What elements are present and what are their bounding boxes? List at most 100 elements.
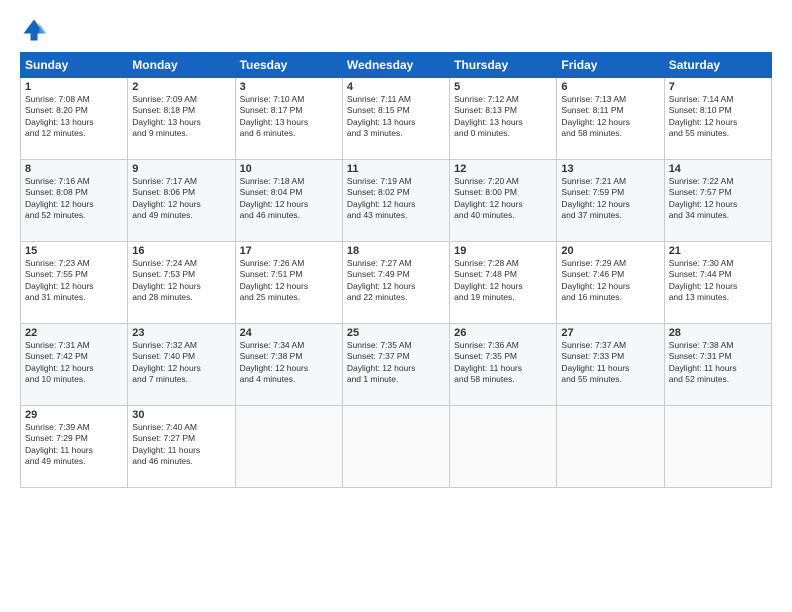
- calendar-cell: 17Sunrise: 7:26 AM Sunset: 7:51 PM Dayli…: [235, 242, 342, 324]
- day-info: Sunrise: 7:12 AM Sunset: 8:13 PM Dayligh…: [454, 94, 552, 140]
- day-info: Sunrise: 7:22 AM Sunset: 7:57 PM Dayligh…: [669, 176, 767, 222]
- day-number: 5: [454, 81, 552, 93]
- day-info: Sunrise: 7:37 AM Sunset: 7:33 PM Dayligh…: [561, 340, 659, 386]
- calendar-cell: 30Sunrise: 7:40 AM Sunset: 7:27 PM Dayli…: [128, 406, 235, 488]
- day-number: 24: [240, 327, 338, 339]
- calendar-cell: [342, 406, 449, 488]
- day-info: Sunrise: 7:14 AM Sunset: 8:10 PM Dayligh…: [669, 94, 767, 140]
- calendar-cell: 1Sunrise: 7:08 AM Sunset: 8:20 PM Daylig…: [21, 78, 128, 160]
- day-number: 16: [132, 245, 230, 257]
- day-info: Sunrise: 7:36 AM Sunset: 7:35 PM Dayligh…: [454, 340, 552, 386]
- day-info: Sunrise: 7:40 AM Sunset: 7:27 PM Dayligh…: [132, 422, 230, 468]
- calendar-cell: 5Sunrise: 7:12 AM Sunset: 8:13 PM Daylig…: [450, 78, 557, 160]
- calendar-cell: 8Sunrise: 7:16 AM Sunset: 8:08 PM Daylig…: [21, 160, 128, 242]
- weekday-header: Tuesday: [235, 53, 342, 78]
- day-info: Sunrise: 7:18 AM Sunset: 8:04 PM Dayligh…: [240, 176, 338, 222]
- day-info: Sunrise: 7:23 AM Sunset: 7:55 PM Dayligh…: [25, 258, 123, 304]
- day-number: 1: [25, 81, 123, 93]
- day-number: 2: [132, 81, 230, 93]
- logo-icon: [20, 16, 48, 44]
- day-number: 20: [561, 245, 659, 257]
- calendar-cell: 26Sunrise: 7:36 AM Sunset: 7:35 PM Dayli…: [450, 324, 557, 406]
- day-number: 12: [454, 163, 552, 175]
- day-number: 28: [669, 327, 767, 339]
- calendar-cell: 10Sunrise: 7:18 AM Sunset: 8:04 PM Dayli…: [235, 160, 342, 242]
- calendar-cell: 16Sunrise: 7:24 AM Sunset: 7:53 PM Dayli…: [128, 242, 235, 324]
- calendar-cell: 19Sunrise: 7:28 AM Sunset: 7:48 PM Dayli…: [450, 242, 557, 324]
- calendar-cell: 13Sunrise: 7:21 AM Sunset: 7:59 PM Dayli…: [557, 160, 664, 242]
- day-info: Sunrise: 7:28 AM Sunset: 7:48 PM Dayligh…: [454, 258, 552, 304]
- weekday-header: Wednesday: [342, 53, 449, 78]
- day-info: Sunrise: 7:30 AM Sunset: 7:44 PM Dayligh…: [669, 258, 767, 304]
- day-info: Sunrise: 7:19 AM Sunset: 8:02 PM Dayligh…: [347, 176, 445, 222]
- calendar-cell: 28Sunrise: 7:38 AM Sunset: 7:31 PM Dayli…: [664, 324, 771, 406]
- weekday-header: Friday: [557, 53, 664, 78]
- day-info: Sunrise: 7:29 AM Sunset: 7:46 PM Dayligh…: [561, 258, 659, 304]
- day-number: 25: [347, 327, 445, 339]
- day-info: Sunrise: 7:21 AM Sunset: 7:59 PM Dayligh…: [561, 176, 659, 222]
- calendar-cell: 27Sunrise: 7:37 AM Sunset: 7:33 PM Dayli…: [557, 324, 664, 406]
- calendar-table: SundayMondayTuesdayWednesdayThursdayFrid…: [20, 52, 772, 488]
- day-number: 14: [669, 163, 767, 175]
- day-number: 17: [240, 245, 338, 257]
- calendar-cell: 15Sunrise: 7:23 AM Sunset: 7:55 PM Dayli…: [21, 242, 128, 324]
- day-number: 19: [454, 245, 552, 257]
- header: [20, 16, 772, 44]
- calendar-cell: 20Sunrise: 7:29 AM Sunset: 7:46 PM Dayli…: [557, 242, 664, 324]
- day-number: 21: [669, 245, 767, 257]
- day-number: 26: [454, 327, 552, 339]
- day-info: Sunrise: 7:26 AM Sunset: 7:51 PM Dayligh…: [240, 258, 338, 304]
- day-number: 8: [25, 163, 123, 175]
- day-number: 18: [347, 245, 445, 257]
- calendar-cell: 11Sunrise: 7:19 AM Sunset: 8:02 PM Dayli…: [342, 160, 449, 242]
- calendar-cell: 6Sunrise: 7:13 AM Sunset: 8:11 PM Daylig…: [557, 78, 664, 160]
- calendar-cell: 21Sunrise: 7:30 AM Sunset: 7:44 PM Dayli…: [664, 242, 771, 324]
- day-info: Sunrise: 7:32 AM Sunset: 7:40 PM Dayligh…: [132, 340, 230, 386]
- calendar-cell: [235, 406, 342, 488]
- calendar-page: SundayMondayTuesdayWednesdayThursdayFrid…: [0, 0, 792, 612]
- day-number: 11: [347, 163, 445, 175]
- day-info: Sunrise: 7:08 AM Sunset: 8:20 PM Dayligh…: [25, 94, 123, 140]
- day-info: Sunrise: 7:31 AM Sunset: 7:42 PM Dayligh…: [25, 340, 123, 386]
- weekday-header: Sunday: [21, 53, 128, 78]
- calendar-week-row: 22Sunrise: 7:31 AM Sunset: 7:42 PM Dayli…: [21, 324, 772, 406]
- day-info: Sunrise: 7:09 AM Sunset: 8:18 PM Dayligh…: [132, 94, 230, 140]
- day-number: 23: [132, 327, 230, 339]
- day-info: Sunrise: 7:13 AM Sunset: 8:11 PM Dayligh…: [561, 94, 659, 140]
- weekday-header: Monday: [128, 53, 235, 78]
- day-info: Sunrise: 7:10 AM Sunset: 8:17 PM Dayligh…: [240, 94, 338, 140]
- calendar-cell: [664, 406, 771, 488]
- day-number: 27: [561, 327, 659, 339]
- day-number: 10: [240, 163, 338, 175]
- day-number: 22: [25, 327, 123, 339]
- day-info: Sunrise: 7:38 AM Sunset: 7:31 PM Dayligh…: [669, 340, 767, 386]
- day-info: Sunrise: 7:11 AM Sunset: 8:15 PM Dayligh…: [347, 94, 445, 140]
- calendar-cell: 18Sunrise: 7:27 AM Sunset: 7:49 PM Dayli…: [342, 242, 449, 324]
- day-number: 29: [25, 409, 123, 421]
- day-number: 13: [561, 163, 659, 175]
- day-info: Sunrise: 7:20 AM Sunset: 8:00 PM Dayligh…: [454, 176, 552, 222]
- day-number: 4: [347, 81, 445, 93]
- calendar-cell: 29Sunrise: 7:39 AM Sunset: 7:29 PM Dayli…: [21, 406, 128, 488]
- calendar-week-row: 15Sunrise: 7:23 AM Sunset: 7:55 PM Dayli…: [21, 242, 772, 324]
- weekday-header-row: SundayMondayTuesdayWednesdayThursdayFrid…: [21, 53, 772, 78]
- day-info: Sunrise: 7:24 AM Sunset: 7:53 PM Dayligh…: [132, 258, 230, 304]
- calendar-week-row: 1Sunrise: 7:08 AM Sunset: 8:20 PM Daylig…: [21, 78, 772, 160]
- calendar-cell: 7Sunrise: 7:14 AM Sunset: 8:10 PM Daylig…: [664, 78, 771, 160]
- calendar-cell: 23Sunrise: 7:32 AM Sunset: 7:40 PM Dayli…: [128, 324, 235, 406]
- day-number: 7: [669, 81, 767, 93]
- calendar-cell: [450, 406, 557, 488]
- calendar-cell: 2Sunrise: 7:09 AM Sunset: 8:18 PM Daylig…: [128, 78, 235, 160]
- calendar-cell: 14Sunrise: 7:22 AM Sunset: 7:57 PM Dayli…: [664, 160, 771, 242]
- day-info: Sunrise: 7:27 AM Sunset: 7:49 PM Dayligh…: [347, 258, 445, 304]
- day-number: 6: [561, 81, 659, 93]
- calendar-cell: 12Sunrise: 7:20 AM Sunset: 8:00 PM Dayli…: [450, 160, 557, 242]
- day-number: 15: [25, 245, 123, 257]
- day-info: Sunrise: 7:17 AM Sunset: 8:06 PM Dayligh…: [132, 176, 230, 222]
- calendar-cell: 25Sunrise: 7:35 AM Sunset: 7:37 PM Dayli…: [342, 324, 449, 406]
- calendar-cell: 24Sunrise: 7:34 AM Sunset: 7:38 PM Dayli…: [235, 324, 342, 406]
- logo: [20, 16, 52, 44]
- day-info: Sunrise: 7:34 AM Sunset: 7:38 PM Dayligh…: [240, 340, 338, 386]
- calendar-cell: 22Sunrise: 7:31 AM Sunset: 7:42 PM Dayli…: [21, 324, 128, 406]
- calendar-cell: 4Sunrise: 7:11 AM Sunset: 8:15 PM Daylig…: [342, 78, 449, 160]
